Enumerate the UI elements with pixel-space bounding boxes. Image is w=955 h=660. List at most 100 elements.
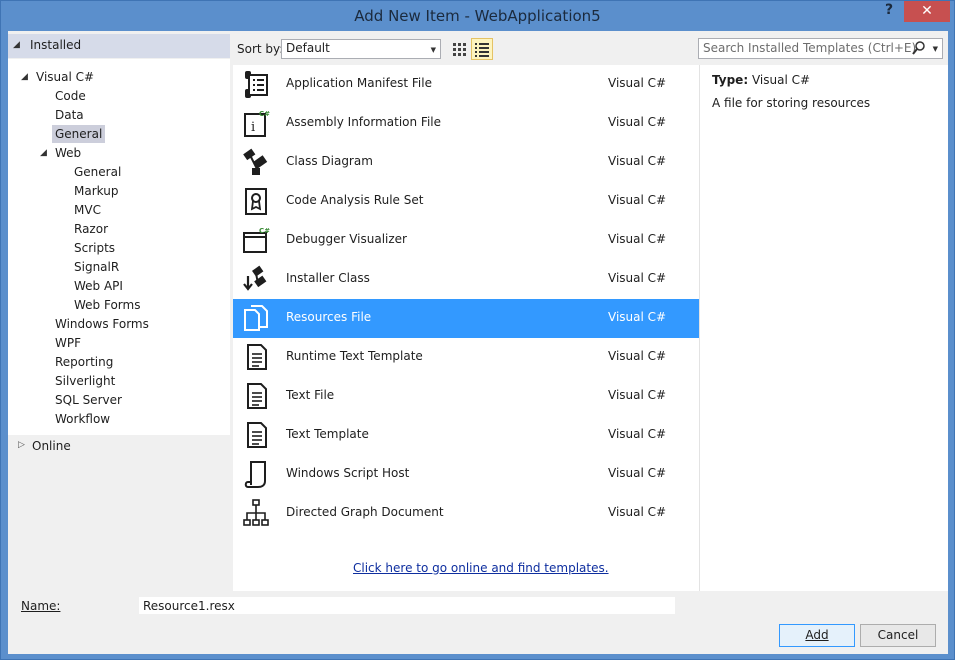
- medium-icons-view-button[interactable]: [448, 38, 470, 60]
- template-row[interactable]: Runtime Text Template Visual C#: [233, 338, 699, 377]
- name-label-text: Name:: [21, 599, 61, 613]
- tree-node-installed[interactable]: ◢ Installed: [8, 34, 230, 58]
- template-row[interactable]: Class Diagram Visual C#: [233, 143, 699, 182]
- svg-text:C#: C#: [259, 110, 270, 118]
- template-language: Visual C#: [608, 310, 667, 324]
- type-value: Visual C#: [751, 73, 811, 87]
- tree-item[interactable]: Markup: [74, 182, 118, 200]
- template-language: Visual C#: [608, 232, 667, 246]
- template-row[interactable]: Resources File Visual C#: [233, 299, 699, 338]
- tree-item[interactable]: Data: [55, 106, 84, 124]
- sort-by-value: Default: [286, 41, 330, 55]
- template-row[interactable]: Text File Visual C#: [233, 377, 699, 416]
- text-file-icon: [241, 381, 271, 411]
- type-line: Type: Visual C#: [712, 73, 810, 87]
- tree-item[interactable]: Web API: [74, 277, 123, 295]
- sort-by-dropdown[interactable]: Default ▼: [281, 39, 441, 59]
- template-row[interactable]: Installer Class Visual C#: [233, 260, 699, 299]
- template-name: Class Diagram: [286, 154, 373, 168]
- assembly-info-icon: i C#: [241, 108, 271, 138]
- help-button[interactable]: ?: [877, 2, 901, 24]
- tree-item[interactable]: SQL Server: [55, 391, 122, 409]
- template-name: Text File: [286, 388, 335, 402]
- category-tree: ◢ Visual C# Code Data General ◢ Web General Mark…: [8, 59, 230, 435]
- template-language: Visual C#: [608, 349, 667, 363]
- svg-text:i: i: [251, 120, 255, 135]
- script-host-icon: [241, 459, 271, 489]
- tree-item[interactable]: Web Forms: [74, 296, 140, 314]
- tree-item[interactable]: Code: [55, 87, 86, 105]
- manifest-icon: [241, 69, 271, 99]
- tree-item[interactable]: Windows Forms: [55, 315, 149, 333]
- search-templates-input[interactable]: Search Installed Templates (Ctrl+E) ▼: [698, 38, 943, 59]
- template-language: Visual C#: [608, 115, 667, 129]
- tree-item[interactable]: General: [74, 163, 121, 181]
- template-details-panel: Type: Visual C# A file for storing resou…: [699, 65, 948, 591]
- template-name: Resources File: [286, 310, 372, 324]
- title-bar[interactable]: Add New Item - WebApplication5 ? ✕: [1, 1, 954, 31]
- grid-view-icon: [453, 43, 466, 56]
- template-language: Visual C#: [608, 466, 667, 480]
- tree-item[interactable]: Scripts: [74, 239, 115, 257]
- installer-class-icon: [241, 264, 271, 294]
- template-language: Visual C#: [608, 76, 667, 90]
- cancel-button[interactable]: Cancel: [860, 624, 936, 647]
- add-button-label: Add: [805, 628, 829, 642]
- tree-item[interactable]: Web: [55, 144, 81, 162]
- template-row[interactable]: i C# Assembly Information File Visual C#: [233, 104, 699, 143]
- dialog-client-area: ◢ Installed ◢ Visual C# Code Data General ◢ We…: [8, 31, 948, 654]
- template-language: Visual C#: [608, 505, 667, 519]
- list-view-icon: [475, 43, 489, 57]
- template-name: Debugger Visualizer: [286, 232, 407, 246]
- tree-item[interactable]: MVC: [74, 201, 101, 219]
- close-button[interactable]: ✕: [904, 1, 950, 22]
- add-button[interactable]: Add: [779, 624, 855, 647]
- template-list: Click here to go online and find templat…: [233, 65, 699, 591]
- template-description: A file for storing resources: [712, 96, 871, 110]
- template-name: Assembly Information File: [286, 115, 442, 129]
- template-row[interactable]: Windows Script Host Visual C#: [233, 455, 699, 494]
- template-row[interactable]: Directed Graph Document Visual C#: [233, 494, 699, 533]
- directed-graph-icon: [241, 498, 271, 528]
- window-title: Add New Item - WebApplication5: [354, 7, 601, 25]
- cancel-button-label: Cancel: [877, 628, 919, 642]
- expanded-arrow-icon[interactable]: ◢: [40, 148, 47, 158]
- name-input[interactable]: Resource1.resx: [139, 597, 675, 614]
- tree-item[interactable]: General: [52, 125, 106, 143]
- tree-item[interactable]: Visual C#: [36, 68, 94, 86]
- template-language: Visual C#: [608, 193, 667, 207]
- dropdown-arrow-icon[interactable]: ▼: [933, 45, 938, 53]
- template-name: Directed Graph Document: [286, 505, 444, 519]
- template-row[interactable]: Code Analysis Rule Set Visual C#: [233, 182, 699, 221]
- tree-item[interactable]: Razor: [74, 220, 108, 238]
- tree-item[interactable]: Workflow: [55, 410, 110, 428]
- category-tree-panel: ◢ Installed ◢ Visual C# Code Data General ◢ We…: [8, 31, 230, 591]
- template-language: Visual C#: [608, 388, 667, 402]
- template-row[interactable]: Application Manifest File Visual C#: [233, 65, 699, 104]
- resources-file-icon: [241, 303, 271, 333]
- tree-item[interactable]: SignalR: [74, 258, 119, 276]
- tree-item[interactable]: WPF: [55, 334, 81, 352]
- debugger-visualizer-icon: C#: [241, 225, 271, 255]
- search-icon[interactable]: [912, 40, 926, 59]
- expanded-arrow-icon[interactable]: ◢: [21, 72, 28, 82]
- runtime-text-template-icon: [241, 342, 271, 372]
- template-language: Visual C#: [608, 427, 667, 441]
- template-row[interactable]: Text Template Visual C#: [233, 416, 699, 455]
- tree-item[interactable]: Reporting: [55, 353, 113, 371]
- details-view-button[interactable]: [471, 38, 493, 60]
- tree-item[interactable]: Silverlight: [55, 372, 115, 390]
- tree-node-online[interactable]: Online: [32, 439, 71, 453]
- sort-by-label: Sort by:: [237, 42, 284, 56]
- template-name: Application Manifest File: [286, 76, 432, 90]
- template-name: Text Template: [286, 427, 369, 441]
- rule-set-icon: [241, 186, 271, 216]
- template-name: Code Analysis Rule Set: [286, 193, 424, 207]
- name-label: Name:: [21, 599, 60, 613]
- dropdown-arrow-icon: ▼: [430, 46, 436, 54]
- online-templates-link[interactable]: Click here to go online and find templat…: [353, 561, 609, 575]
- template-language: Visual C#: [608, 271, 667, 285]
- template-row[interactable]: C# Debugger Visualizer Visual C#: [233, 221, 699, 260]
- expanded-arrow-icon[interactable]: ◢: [13, 40, 20, 50]
- collapsed-arrow-icon[interactable]: ▷: [18, 440, 25, 450]
